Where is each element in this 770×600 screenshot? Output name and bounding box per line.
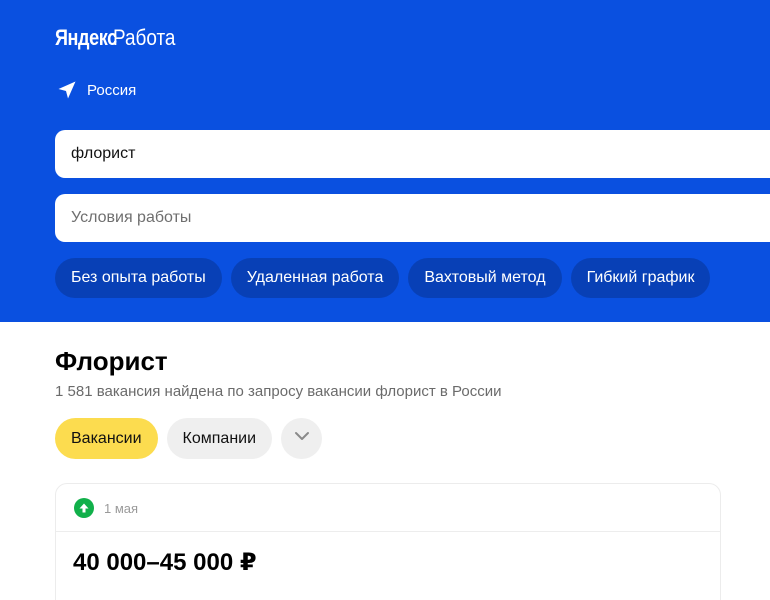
vacancy-date: 1 мая [104,500,139,516]
logo-brand: Яндекс [55,25,117,50]
page-title: Флорист [55,346,168,376]
chip-remote-work[interactable]: Удаленная работа [230,258,400,298]
logo-product: Работа [113,25,176,50]
region-selector[interactable]: Россия [57,78,136,102]
chevron-down-icon [293,427,311,450]
results-count: 1 581 вакансия найдена по запросу ваканс… [55,383,502,400]
chip-flexible-schedule[interactable]: Гибкий график [570,258,711,298]
tab-vacancies[interactable]: Вакансии [55,418,158,459]
more-tabs-button[interactable] [281,418,323,459]
arrow-up-icon [74,498,94,518]
yandex-rabota-logo[interactable]: Яндекс Работа [55,25,186,51]
chip-rotation-method[interactable]: Вахтовый метод [408,258,562,298]
tab-companies[interactable]: Компании [166,418,273,459]
search-header: Яндекс Работа Россия флорист Условия раб… [0,0,770,322]
location-arrow-icon [57,80,77,100]
result-tabs: Вакансии Компании [55,418,323,459]
vacancy-card[interactable]: 1 мая 40 000–45 000 ₽ [55,483,721,600]
vacancy-meta: 1 мая [74,498,138,518]
region-label: Россия [87,81,137,99]
search-input[interactable]: флорист [55,130,770,178]
chip-no-experience[interactable]: Без опыта работы [55,258,222,298]
vacancy-salary: 40 000–45 000 ₽ [73,549,257,576]
filter-chips: Без опыта работы Удаленная работа Вахтов… [55,258,711,298]
card-divider [56,531,720,532]
work-conditions-input[interactable]: Условия работы [55,194,770,242]
